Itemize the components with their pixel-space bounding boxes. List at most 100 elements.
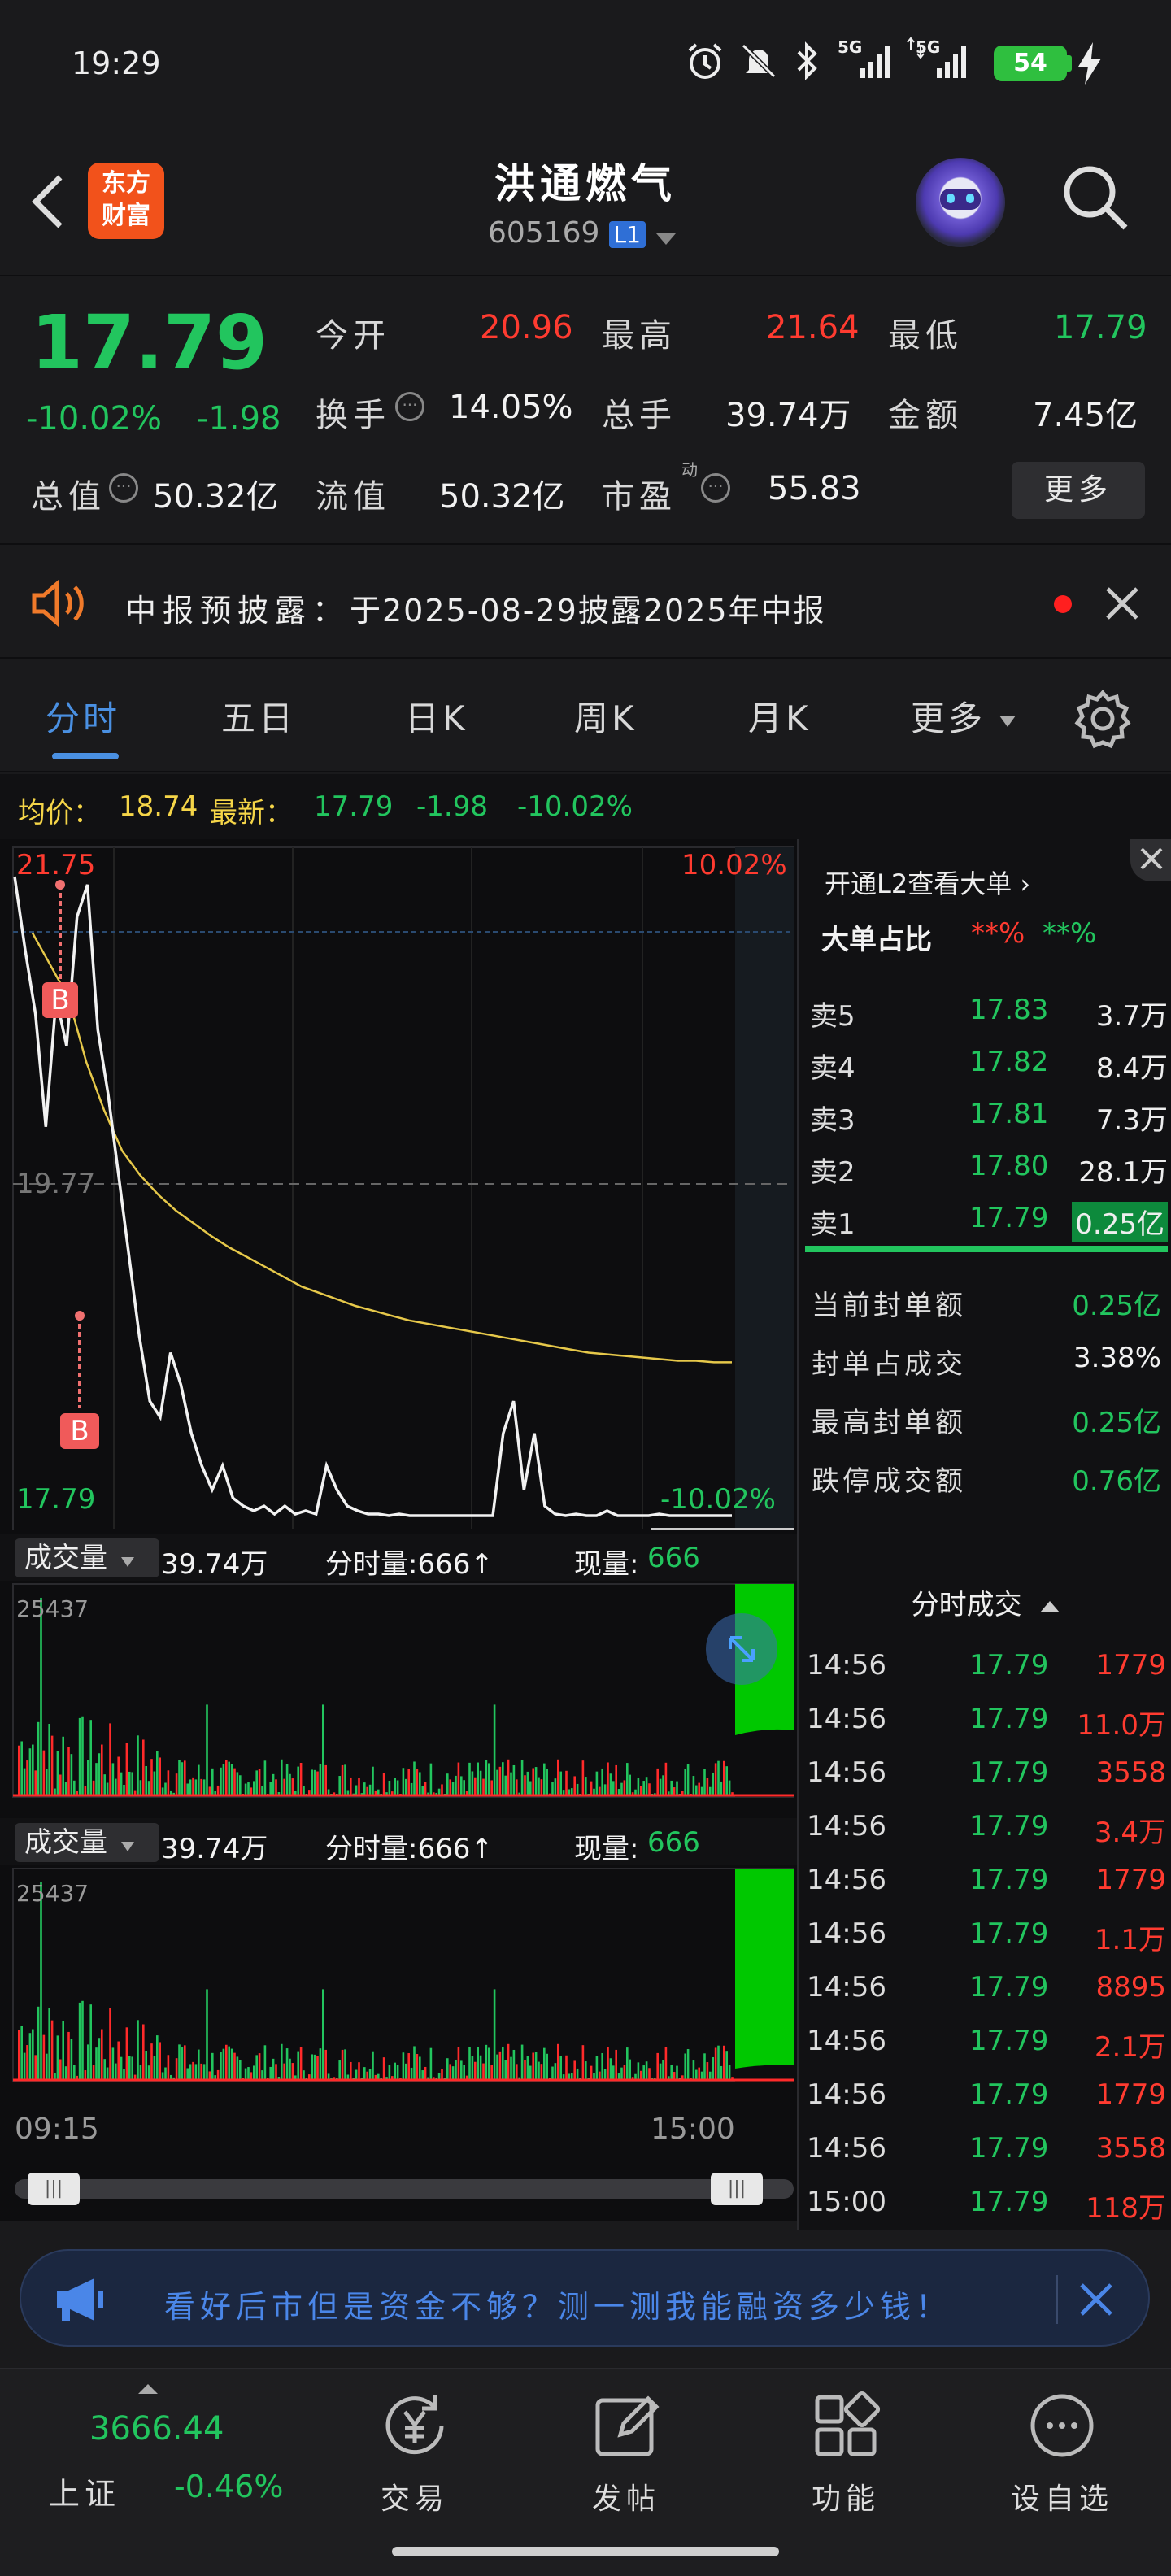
time-scrollbar[interactable]: ||| ||| [15, 2173, 794, 2205]
order-row[interactable]: 卖2 17.80 28.1万 [799, 1142, 1171, 1190]
volume-bar [230, 2048, 233, 2080]
volume-bar [457, 2047, 460, 2080]
volume-bar [258, 2053, 261, 2080]
index-change[interactable]: -0.46% [174, 2469, 283, 2504]
index-name[interactable]: 上证 [49, 2469, 120, 2513]
volume-bar [363, 2067, 366, 2080]
trade-volume: 1.1万 [1094, 1924, 1166, 1956]
order-label: 卖5 [810, 1000, 855, 1033]
chart-tabs: 分时 五日 日K 周K 月K 更多 [0, 659, 1171, 772]
trades-header[interactable]: 分时成交 [799, 1582, 1171, 1622]
order-row[interactable]: 卖5 17.83 3.7万 [799, 986, 1171, 1034]
volume-bar [109, 2008, 111, 2080]
notice-bar[interactable]: 中报预披露： 于2025-08-29披露2025年中报 [0, 545, 1171, 659]
volume-bar [640, 2070, 642, 2080]
tab-intraday[interactable]: 分时 [46, 691, 120, 741]
low-value: 17.79 [1054, 309, 1147, 346]
trade-row: 14:56 17.79 3.4万 [799, 1802, 1171, 1851]
tab-more[interactable]: 更多 [911, 691, 1016, 741]
nav-post[interactable]: 发帖 [569, 2389, 683, 2517]
volume-bar [285, 1764, 289, 1795]
stock-code-row[interactable]: 605169 L1 [488, 216, 699, 257]
tab-weekly-k[interactable]: 周K [574, 691, 638, 741]
volume-dropdown[interactable]: 成交量 [15, 1823, 159, 1862]
index-value[interactable]: 3666.44 [89, 2410, 224, 2448]
status-time: 19:29 [72, 46, 161, 81]
volume-bar [78, 1717, 81, 1795]
volume-bar [216, 1785, 220, 1795]
expand-icon[interactable] [706, 1613, 777, 1685]
volume-bar [222, 2048, 225, 2080]
trade-price: 17.79 [969, 1864, 1049, 1896]
tab-monthly-k[interactable]: 月K [748, 691, 812, 741]
volume-bar [37, 2006, 40, 2080]
scroll-handle-right[interactable]: ||| [711, 2173, 763, 2205]
more-button[interactable]: 更多 [1012, 462, 1145, 519]
volume-chart[interactable] [0, 1581, 797, 1800]
tab-daily-k[interactable]: 日K [405, 691, 468, 741]
back-icon[interactable] [24, 169, 73, 234]
volume-bar [311, 1769, 313, 1795]
volume-bar [642, 2065, 645, 2080]
close-icon[interactable] [1130, 839, 1171, 881]
minute-vol: 分时量:666↑ [325, 1548, 494, 1581]
volume-bar [615, 2049, 617, 2080]
scroll-handle-left[interactable]: ||| [28, 2173, 80, 2205]
volume-bar [441, 2069, 443, 2080]
close-icon[interactable] [1072, 2275, 1121, 2324]
info-icon[interactable]: ··· [701, 473, 730, 503]
order-volume: 3.7万 [1095, 1000, 1168, 1033]
tab-five-day[interactable]: 五日 [221, 691, 296, 741]
volume-bar [714, 2047, 717, 2080]
close-icon[interactable] [1099, 581, 1145, 626]
volume-bar [84, 2070, 87, 2080]
big-ratio-label: 大单占比 [821, 924, 932, 956]
volume-bar [382, 2057, 385, 2080]
volume-bar [532, 2052, 534, 2080]
info-icon[interactable]: ··· [109, 473, 138, 503]
info-icon[interactable]: ··· [395, 392, 424, 421]
ad-banner[interactable]: 看好后市但是资金不够？测一测我能融资多少钱！ [20, 2249, 1150, 2347]
trade-row: 14:56 17.79 8895 [799, 1963, 1171, 2012]
volume-bar [316, 2056, 319, 2080]
ad-divider [1056, 2275, 1058, 2324]
l2-upgrade-link[interactable]: 开通L2查看大单 › [825, 864, 1030, 901]
volume-bar [186, 1783, 189, 1795]
search-icon[interactable] [1059, 161, 1132, 234]
nav-watchlist[interactable]: 设自选 [997, 2389, 1127, 2517]
order-row[interactable]: 卖4 17.82 8.4万 [799, 1038, 1171, 1086]
b-marker[interactable]: B [60, 1413, 99, 1449]
volume-chart[interactable] [0, 1865, 797, 2085]
b-marker[interactable]: B [42, 982, 78, 1018]
order-row[interactable]: 卖1 17.79 0.25亿 [799, 1194, 1171, 1242]
volume-bar [313, 2054, 316, 2080]
gear-icon[interactable] [1070, 686, 1135, 751]
volume-dropdown[interactable]: 成交量 [15, 1538, 159, 1577]
robot-avatar[interactable] [916, 158, 1005, 247]
volume-bar [28, 1748, 32, 1795]
volume-bar [554, 2063, 557, 2080]
volume-bar [269, 1782, 272, 1795]
volume-bar [504, 2060, 507, 2080]
volume-bar [192, 1777, 194, 1795]
nav-trade[interactable]: 交易 [358, 2389, 472, 2517]
volume-bar [147, 1781, 150, 1795]
big-ratio-green: **% [1043, 917, 1097, 950]
trade-volume: 1779 [1095, 2078, 1166, 2111]
volume-bar [703, 2053, 706, 2080]
volume-bar [87, 2044, 89, 2080]
pct-bottom: -10.02% [660, 1483, 776, 1516]
order-row[interactable]: 卖3 17.81 7.3万 [799, 1090, 1171, 1138]
trade-volume: 8895 [1095, 1971, 1166, 2004]
price-chart[interactable] [0, 839, 797, 1530]
volume-bar [516, 2064, 518, 2080]
chart-area[interactable]: B B 21.75 19.77 17.79 10.02% -10.02% 成交量… [0, 839, 797, 2221]
pe-sub: 动 [681, 460, 698, 480]
volume-bar [502, 2047, 504, 2080]
chevron-right-icon: › [1020, 868, 1031, 899]
volume-bar [341, 2049, 344, 2080]
trade-time: 14:56 [807, 1649, 886, 1682]
float-value: 50.32亿 [439, 478, 565, 516]
nav-function[interactable]: 功能 [789, 2389, 903, 2517]
volume-bar [460, 1776, 463, 1795]
